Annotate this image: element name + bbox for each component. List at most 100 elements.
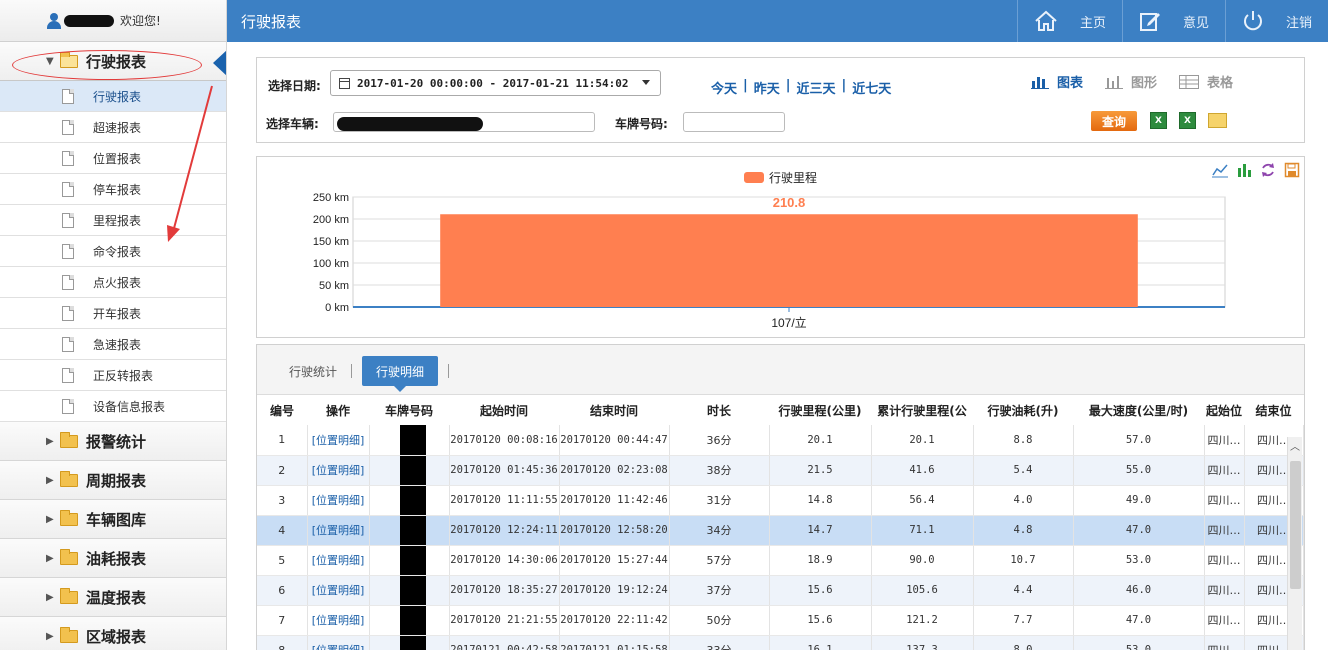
welcome-text: 欢迎您! [120, 14, 161, 28]
cell-start: 20170120 12:24:11 [449, 515, 560, 546]
vehicle-label: 选择车辆: [266, 117, 319, 131]
folder-icon [60, 587, 78, 604]
cell-from: 四川… [1204, 635, 1245, 650]
sidebar-subitem[interactable]: 里程报表 [0, 205, 226, 236]
quick-today-link[interactable]: 今天 [711, 78, 737, 97]
sidebar-group[interactable]: ▶ 油耗报表 [0, 539, 226, 578]
table-row[interactable]: 4[位置明细]1020170120 12:24:1120170120 12:58… [257, 515, 1304, 546]
cell-speed: 57.0 [1073, 425, 1205, 456]
sidebar-group-driving-report[interactable]: ▼ 行驶报表 [0, 42, 226, 81]
collapsed-triangle-icon: ▶ [46, 630, 54, 642]
excel-export-all-icon[interactable]: X [1179, 112, 1196, 129]
refresh-icon[interactable] [1260, 162, 1276, 178]
cell-end: 20170120 12:58:20 [559, 515, 670, 546]
sidebar-subitem[interactable]: 命令报表 [0, 236, 226, 267]
sidebar-subitem[interactable]: 停车报表 [0, 174, 226, 205]
sidebar-subitem[interactable]: 正反转报表 [0, 360, 226, 391]
bar-chart-icon [1031, 76, 1049, 89]
cell-op[interactable]: [位置明细] [307, 425, 370, 456]
feedback-button[interactable]: 意见 [1121, 0, 1225, 42]
cell-total: 105.6 [871, 575, 974, 606]
cell-end: 20170120 11:42:46 [559, 485, 670, 516]
cell-no: 5 [257, 545, 308, 576]
column-header: 操作 [307, 395, 369, 425]
sidebar-subitem-label: 命令报表 [93, 244, 142, 259]
quick-7days-link[interactable]: 近七天 [852, 78, 891, 97]
table-row[interactable]: 5[位置明细]1020170120 14:30:0620170120 15:27… [257, 545, 1304, 576]
sidebar-group[interactable]: ▶ 报警统计 [0, 422, 226, 461]
cell-speed: 55.0 [1073, 455, 1205, 486]
sidebar-group-label: 油耗报表 [86, 549, 147, 568]
sidebar-group-label: 周期报表 [86, 471, 147, 490]
view-tab-graph[interactable]: 图形 [1105, 72, 1157, 91]
cell-op[interactable]: [位置明细] [307, 485, 370, 516]
collapsed-triangle-icon: ▶ [46, 435, 54, 447]
logout-button[interactable]: 注销 [1224, 0, 1328, 42]
cell-op[interactable]: [位置明细] [307, 545, 370, 576]
cell-from: 四川… [1204, 455, 1245, 486]
cell-plate: 10 [369, 635, 450, 650]
plate-input[interactable] [683, 112, 785, 132]
cell-op[interactable]: [位置明细] [307, 455, 370, 486]
sidebar-group[interactable]: ▶ 周期报表 [0, 461, 226, 500]
view-tab-table[interactable]: 表格 [1179, 72, 1233, 91]
cell-end: 20170121 01:15:58 [559, 635, 670, 650]
sidebar-subitem[interactable]: 点火报表 [0, 267, 226, 298]
query-button[interactable]: 查询 [1091, 111, 1137, 131]
table-row[interactable]: 1[位置明细]1020170120 00:08:1620170120 00:44… [257, 425, 1304, 456]
quick-3days-link[interactable]: 近三天 [797, 78, 836, 97]
email-icon[interactable] [1208, 113, 1227, 128]
table-row[interactable]: 6[位置明细]1020170120 18:35:2720170120 19:12… [257, 575, 1304, 606]
sidebar-subitem[interactable]: 超速报表 [0, 112, 226, 143]
cell-op[interactable]: [位置明细] [307, 635, 370, 650]
excel-export-icon[interactable]: X [1150, 112, 1167, 129]
sidebar-subitem[interactable]: 行驶报表 [0, 81, 226, 112]
table-row[interactable]: 2[位置明细]1020170120 01:45:3620170120 02:23… [257, 455, 1304, 486]
date-range-picker[interactable]: 2017-01-20 00:00:00 - 2017-01-21 11:54:0… [330, 70, 661, 96]
cell-op[interactable]: [位置明细] [307, 605, 370, 636]
save-image-icon[interactable] [1284, 162, 1300, 178]
tab-driving-detail[interactable]: 行驶明细 [362, 356, 439, 392]
table-row[interactable]: 8[位置明细]1020170121 00:42:5820170121 01:15… [257, 635, 1304, 650]
sidebar-subitem-label: 位置报表 [93, 151, 142, 166]
cell-from: 四川… [1204, 605, 1245, 636]
view-tab-chart[interactable]: 图表 [1031, 72, 1083, 91]
cell-plate: 10 [369, 545, 450, 576]
cell-dur: 37分 [669, 575, 770, 606]
logout-label: 注销 [1285, 15, 1312, 31]
cell-start: 20170120 11:11:55 [449, 485, 560, 516]
cell-start: 20170120 00:08:16 [449, 425, 560, 456]
quick-yesterday-link[interactable]: 昨天 [754, 78, 780, 97]
cell-plate: 10 [369, 515, 450, 546]
cell-plate: 10 [369, 605, 450, 636]
tab-driving-stats[interactable]: 行驶统计 [275, 356, 351, 386]
cell-end: 20170120 22:11:42 [559, 605, 670, 636]
document-icon [62, 88, 74, 104]
sidebar-group[interactable]: ▶ 车辆图库 [0, 500, 226, 539]
scroll-thumb[interactable] [1290, 461, 1301, 589]
plate-redaction [399, 605, 426, 634]
sidebar-group[interactable]: ▶ 区域报表 [0, 617, 226, 650]
sidebar-group-label: 报警统计 [86, 432, 147, 451]
scroll-up-icon[interactable]: ︿ [1288, 437, 1302, 453]
sidebar-subitem[interactable]: 设备信息报表 [0, 391, 226, 422]
document-icon [62, 274, 74, 290]
table-row[interactable]: 7[位置明细]1020170120 21:21:5520170120 22:11… [257, 605, 1304, 636]
table-scrollbar[interactable]: ︿ [1287, 437, 1302, 650]
cell-op[interactable]: [位置明细] [307, 575, 370, 606]
sidebar-subitem[interactable]: 位置报表 [0, 143, 226, 174]
sidebar-subitem[interactable]: 开车报表 [0, 298, 226, 329]
cell-op[interactable]: [位置明细] [307, 515, 370, 546]
bar-chart-toggle-icon[interactable] [1236, 162, 1252, 178]
line-chart-icon[interactable] [1212, 162, 1228, 178]
view-switcher: 图表 图形 表格 [1031, 72, 1233, 91]
cell-mileage: 20.1 [769, 425, 872, 456]
cell-no: 2 [257, 455, 308, 486]
home-button[interactable]: 主页 [1016, 0, 1122, 42]
cell-dur: 34分 [669, 515, 770, 546]
table-row[interactable]: 3[位置明细]1020170120 11:11:5520170120 11:42… [257, 485, 1304, 516]
sidebar-group[interactable]: ▶ 温度报表 [0, 578, 226, 617]
cell-start: 20170120 01:45:36 [449, 455, 560, 486]
sidebar-subitem[interactable]: 急速报表 [0, 329, 226, 360]
view-tab-label: 表格 [1207, 76, 1234, 91]
